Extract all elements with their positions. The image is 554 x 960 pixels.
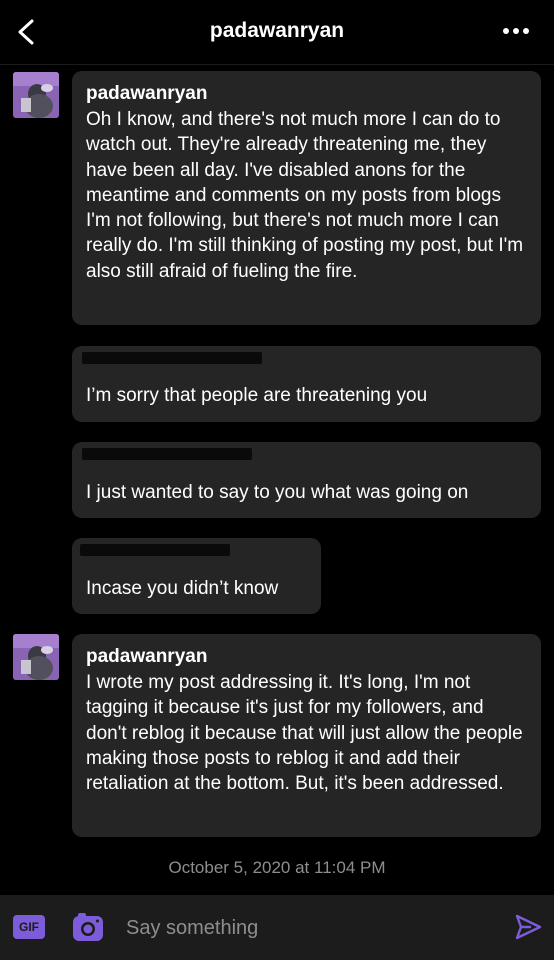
message-text: I’m sorry that people are threatening yo… (86, 385, 428, 406)
message-text: I wrote my post addressing it. It's long… (86, 672, 523, 795)
message-input[interactable] (124, 911, 498, 945)
header-divider (0, 64, 554, 65)
message-bubble[interactable]: Incase you didn’t know (72, 538, 321, 614)
message-composer: GIF (0, 895, 554, 960)
conversation-header: padawanryan (0, 0, 554, 64)
message-text: I just wanted to say to you what was goi… (86, 482, 469, 503)
message-sender[interactable]: padawanryan (86, 644, 527, 670)
message-text: Oh I know, and there's not much more I c… (86, 109, 524, 282)
redacted-sender (82, 352, 262, 364)
redacted-sender (82, 448, 252, 460)
avatar[interactable] (13, 72, 59, 118)
avatar[interactable] (13, 634, 59, 680)
message-text: Incase you didn’t know (86, 578, 279, 599)
message-sender[interactable]: padawanryan (86, 81, 527, 107)
more-dots-icon[interactable] (502, 22, 530, 40)
message-bubble[interactable]: I’m sorry that people are threatening yo… (72, 346, 541, 422)
avatar-image (13, 72, 59, 118)
message-bubble[interactable]: padawanryan I wrote my post addressing i… (72, 634, 541, 837)
redacted-sender (80, 544, 230, 556)
message-bubble[interactable]: padawanryan Oh I know, and there's not m… (72, 71, 541, 325)
conversation-title[interactable]: padawanryan (0, 19, 554, 43)
avatar-image (13, 634, 59, 680)
message-bubble[interactable]: I just wanted to say to you what was goi… (72, 442, 541, 518)
camera-icon[interactable] (72, 912, 104, 942)
send-icon[interactable] (514, 913, 542, 941)
message-timestamp: October 5, 2020 at 11:04 PM (168, 858, 386, 877)
gif-button[interactable]: GIF (13, 915, 45, 939)
